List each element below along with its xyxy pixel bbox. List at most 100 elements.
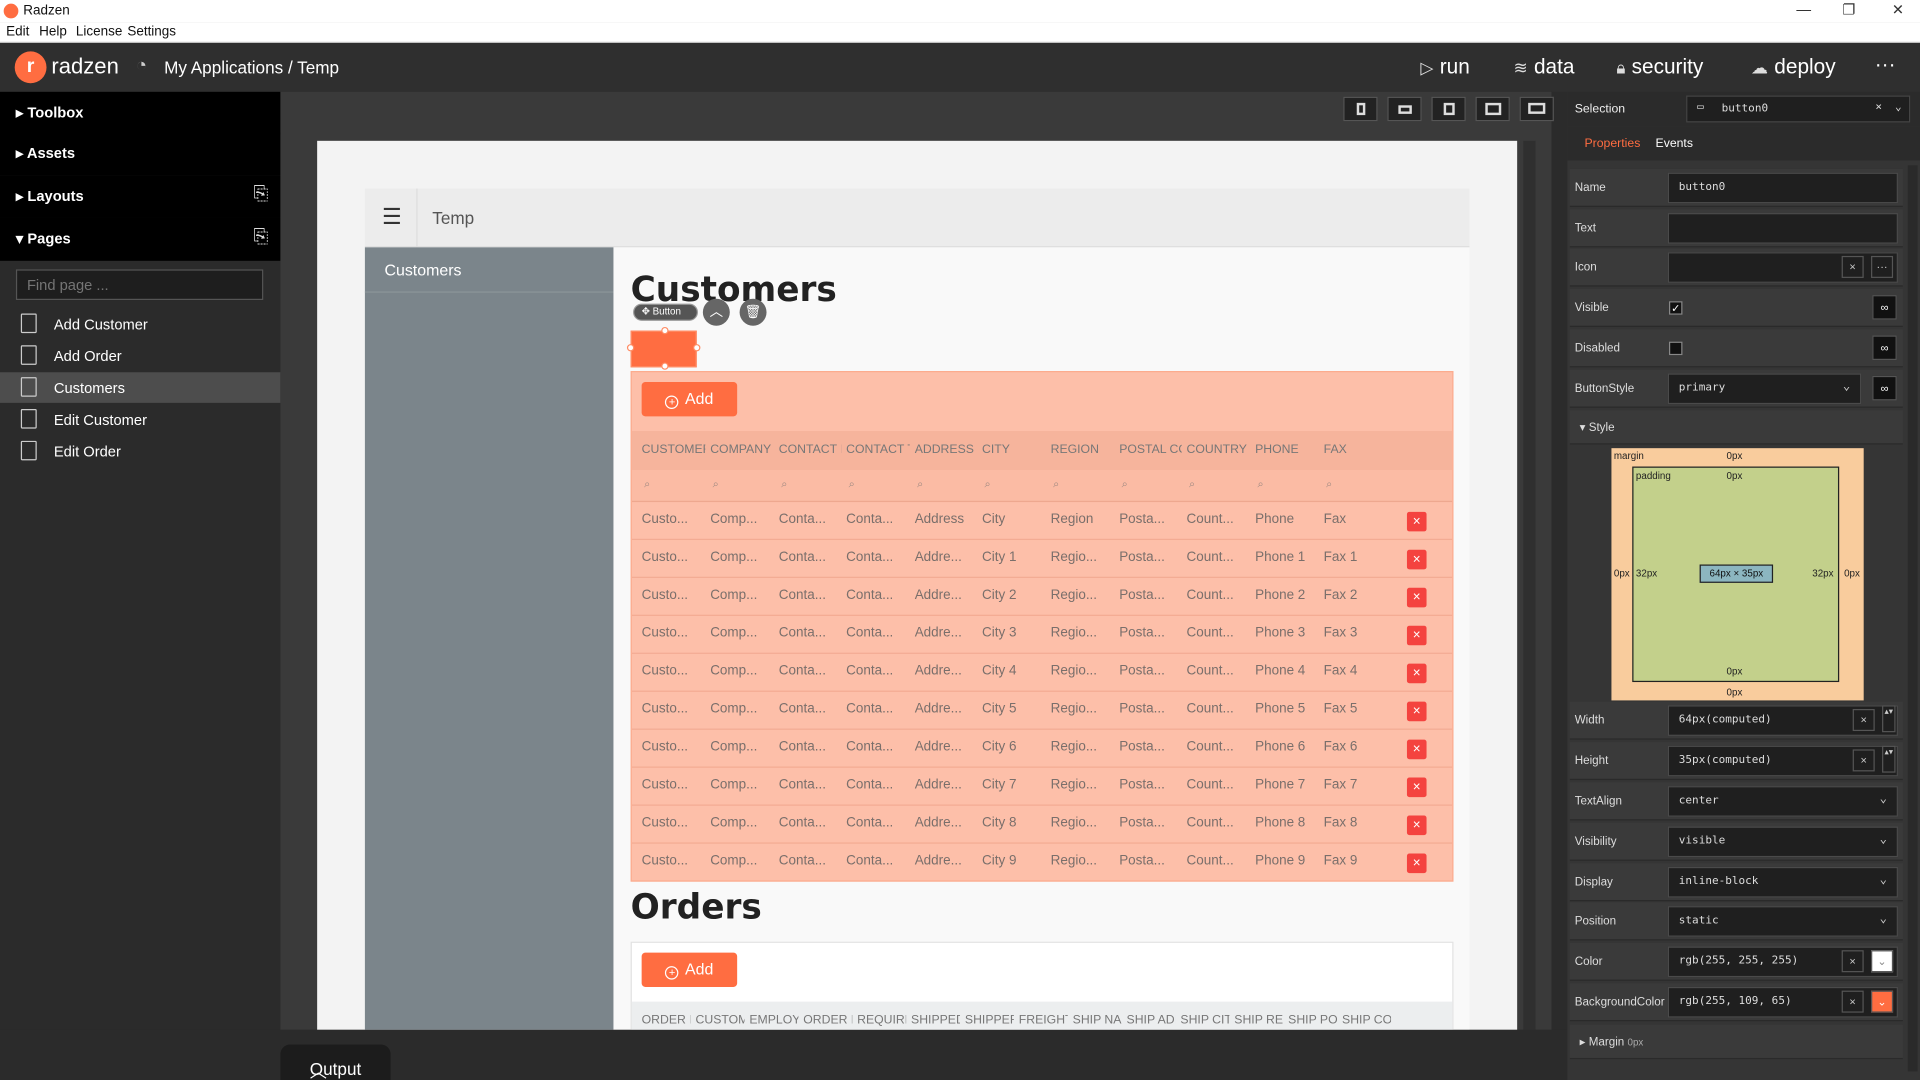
table-cell[interactable]: Comp...: [710, 512, 774, 527]
output-tab[interactable]: ︿ Output: [280, 1044, 391, 1080]
find-page-input[interactable]: [15, 269, 264, 301]
color-swatch[interactable]: ⌄: [1871, 990, 1894, 1013]
filter-search-icon[interactable]: ⌕: [1122, 478, 1128, 491]
delete-row-button[interactable]: ×: [1406, 587, 1427, 608]
delete-component-button[interactable]: 🗑︎: [739, 298, 767, 326]
delete-row-button[interactable]: ×: [1406, 663, 1427, 684]
table-cell[interactable]: Regio...: [1051, 588, 1115, 603]
table-cell[interactable]: City 2: [982, 588, 1046, 603]
select-parent-button[interactable]: ︿: [702, 298, 730, 326]
add-customer-button[interactable]: + Add: [641, 382, 738, 417]
desktop-button[interactable]: [1519, 96, 1554, 122]
table-cell[interactable]: Comp...: [710, 853, 774, 868]
table-cell[interactable]: Conta...: [779, 853, 841, 868]
display-select[interactable]: inline-block ⌄: [1667, 866, 1898, 898]
add-order-button[interactable]: + Add: [641, 952, 738, 987]
selected-button[interactable]: [626, 326, 701, 370]
tab-properties[interactable]: Properties: [1585, 137, 1641, 150]
table-cell[interactable]: Conta...: [846, 702, 910, 717]
margin-section[interactable]: ▸ Margin 0px: [1569, 1024, 1903, 1060]
layouts-section[interactable]: ▸ Layouts ⎘: [0, 175, 281, 218]
filter-search-icon[interactable]: ⌕: [644, 478, 650, 491]
selection-tag[interactable]: ✥ Button: [633, 303, 698, 321]
table-cell[interactable]: Posta...: [1119, 853, 1181, 868]
position-select[interactable]: static ⌄: [1667, 906, 1898, 937]
table-cell[interactable]: Custo...: [642, 512, 706, 527]
data-button[interactable]: ≋ data: [1513, 55, 1574, 79]
orders-heading[interactable]: Orders: [631, 887, 762, 927]
orders-column-header[interactable]: ORDER II: [642, 1014, 691, 1027]
hamburger-menu-icon[interactable]: ☰: [382, 204, 402, 230]
table-cell[interactable]: Comp...: [710, 626, 774, 641]
menu-edit[interactable]: Edit: [6, 24, 29, 39]
table-cell[interactable]: Fax 2: [1324, 588, 1379, 603]
resize-handle[interactable]: [693, 344, 701, 352]
table-cell[interactable]: Conta...: [779, 740, 841, 755]
table-cell[interactable]: Comp...: [710, 550, 774, 565]
table-cell[interactable]: Custo...: [642, 740, 706, 755]
orders-column-header[interactable]: SHIP PO: [1288, 1014, 1337, 1027]
filter-search-icon[interactable]: ⌕: [713, 478, 719, 491]
table-cell[interactable]: Count...: [1187, 626, 1251, 641]
table-cell[interactable]: Phone 1: [1255, 550, 1319, 565]
table-cell[interactable]: Custo...: [642, 664, 706, 679]
filter-search-icon[interactable]: ⌕: [1326, 478, 1332, 491]
stepper-icon[interactable]: ▴▾: [1882, 745, 1896, 773]
table-cell[interactable]: Addre...: [915, 816, 977, 831]
delete-row-button[interactable]: ×: [1406, 815, 1427, 836]
table-cell[interactable]: Regio...: [1051, 550, 1115, 565]
filter-search-icon[interactable]: ⌕: [849, 478, 855, 491]
delete-row-button[interactable]: ×: [1406, 511, 1427, 532]
table-cell[interactable]: Conta...: [779, 664, 841, 679]
run-button[interactable]: ▷ run: [1420, 55, 1469, 79]
page-item-edit-order[interactable]: Edit Order: [0, 436, 280, 467]
menu-settings[interactable]: Settings: [127, 24, 176, 39]
table-cell[interactable]: Addre...: [915, 664, 977, 679]
table-cell[interactable]: Address: [915, 512, 977, 527]
table-cell[interactable]: Phone 7: [1255, 778, 1319, 793]
table-cell[interactable]: Custo...: [642, 816, 706, 831]
table-cell[interactable]: Comp...: [710, 664, 774, 679]
resize-handle[interactable]: [661, 362, 669, 370]
clear-icon[interactable]: ×: [1841, 950, 1864, 973]
toolbox-section[interactable]: ▸ Toolbox: [0, 91, 281, 135]
orders-column-header[interactable]: SHIP REC: [1234, 1014, 1283, 1027]
properties-scrollbar[interactable]: [1907, 165, 1918, 1072]
margin-bottom[interactable]: 0px: [1727, 687, 1743, 698]
table-cell[interactable]: Posta...: [1119, 664, 1181, 679]
column-header[interactable]: POSTAL CO: [1119, 443, 1181, 456]
clear-icon[interactable]: ×: [1841, 990, 1864, 1013]
filter-search-icon[interactable]: ⌕: [984, 478, 990, 491]
orders-column-header[interactable]: SHIPPER: [965, 1014, 1014, 1027]
table-cell[interactable]: Comp...: [710, 588, 774, 603]
table-cell[interactable]: Posta...: [1119, 550, 1181, 565]
table-cell[interactable]: Fax 3: [1324, 626, 1379, 641]
table-cell[interactable]: Fax 7: [1324, 778, 1379, 793]
column-header[interactable]: REGION: [1051, 443, 1115, 456]
table-cell[interactable]: Phone 9: [1255, 853, 1319, 868]
table-cell[interactable]: City 1: [982, 550, 1046, 565]
table-cell[interactable]: City 8: [982, 816, 1046, 831]
phone-landscape-button[interactable]: [1387, 96, 1422, 122]
delete-row-button[interactable]: ×: [1406, 739, 1427, 760]
table-cell[interactable]: Posta...: [1119, 626, 1181, 641]
table-cell[interactable]: Regio...: [1051, 853, 1115, 868]
table-cell[interactable]: Fax 6: [1324, 740, 1379, 755]
table-cell[interactable]: Fax 5: [1324, 702, 1379, 717]
visibility-select[interactable]: visible ⌄: [1667, 826, 1898, 858]
column-header[interactable]: FAX: [1324, 443, 1373, 456]
table-cell[interactable]: Phone 3: [1255, 626, 1319, 641]
close-window-button[interactable]: ✕: [1880, 1, 1917, 18]
table-cell[interactable]: Phone 2: [1255, 588, 1319, 603]
clear-icon[interactable]: ×: [1841, 255, 1864, 278]
orders-column-header[interactable]: REQUIRE: [857, 1014, 906, 1027]
box-model-diagram[interactable]: margin 0px 0px 0px 0px padding 0px 32px …: [1611, 448, 1864, 701]
table-cell[interactable]: Fax 9: [1324, 853, 1379, 868]
table-cell[interactable]: Custo...: [642, 853, 706, 868]
delete-row-button[interactable]: ×: [1406, 777, 1427, 798]
page-item-add-order[interactable]: Add Order: [0, 340, 280, 371]
column-header[interactable]: ADDRESS: [915, 443, 977, 456]
table-cell[interactable]: Conta...: [779, 512, 841, 527]
page-item-edit-customer[interactable]: Edit Customer: [0, 404, 280, 435]
table-cell[interactable]: Addre...: [915, 740, 977, 755]
